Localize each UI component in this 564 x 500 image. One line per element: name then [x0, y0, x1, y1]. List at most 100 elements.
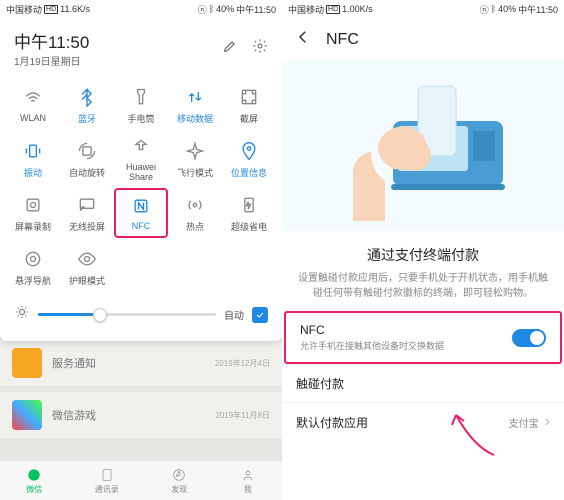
qs-tile-eye[interactable]: 护眼模式 [60, 242, 114, 292]
qs-tile-nfc[interactable]: NFC [114, 188, 168, 238]
bluetooth-icon [76, 86, 98, 108]
qs-tile-powersave[interactable]: 超级省电 [222, 188, 276, 238]
quick-settings-panel: 中国移动 HD 11.6K/s ⓝ ᛒ 40% 中午11:50 中午11:50 … [0, 0, 282, 341]
nav-label: 通讯录 [95, 484, 119, 495]
rotate-icon [76, 140, 98, 162]
qs-header: 中午11:50 1月19日星期日 [0, 18, 282, 74]
nfc-toggle[interactable] [512, 329, 546, 347]
nav-label: 发现 [171, 484, 187, 495]
tile-label: 护眼模式 [69, 274, 105, 287]
tile-label: WLAN [20, 113, 46, 123]
vibrate-icon [22, 140, 44, 162]
desc-text: 设置触碰付款应用后，只要手机处于开机状态，用手机触碰任何带有触碰付款徽标的终端，… [298, 271, 548, 301]
row-title: 服务通知 [52, 355, 96, 371]
back-icon[interactable] [294, 28, 312, 51]
qs-tile-cast[interactable]: 无线投屏 [60, 188, 114, 238]
tile-label: 超级省电 [231, 220, 267, 233]
airplane-icon [184, 140, 206, 162]
tile-label: 振动 [24, 166, 42, 179]
qs-tile-location[interactable]: 位置信息 [222, 134, 276, 184]
tile-label: 热点 [186, 220, 204, 233]
auto-brightness-label: 自动 [224, 307, 244, 322]
row-value: 支付宝 [509, 415, 539, 430]
nav-contacts[interactable]: 通讯录 [95, 467, 119, 495]
background-list: 服务通知 2019年12月4日 微信游戏 2019年11月8日 [0, 340, 282, 468]
qs-tile-hotspot[interactable]: 热点 [168, 188, 222, 238]
hd-icon: HD [44, 5, 58, 14]
qs-tile-share[interactable]: Huawei Share [114, 134, 168, 184]
powersave-icon [238, 194, 260, 216]
row-subtitle: 允许手机在接触其他设备时交换数据 [300, 339, 512, 352]
row-title: NFC [300, 323, 512, 337]
edit-icon[interactable] [222, 38, 238, 59]
tile-label: 位置信息 [231, 166, 267, 179]
tile-label: 悬浮导航 [15, 274, 51, 287]
qs-tile-bluetooth[interactable]: 蓝牙 [60, 80, 114, 130]
game-icon [12, 400, 42, 430]
nav-discover[interactable]: 发现 [171, 467, 187, 495]
qs-tile-rotate[interactable]: 自动旋转 [60, 134, 114, 184]
flashlight-icon [130, 86, 152, 108]
cast-icon [76, 194, 98, 216]
list-item: 服务通知 2019年12月4日 [0, 340, 282, 386]
qs-tile-record[interactable]: 屏幕录制 [6, 188, 60, 238]
page-title: NFC [326, 31, 359, 49]
qs-tile-wifi[interactable]: WLAN [6, 80, 60, 130]
row-date: 2019年11月8日 [215, 410, 270, 421]
tile-label: 屏幕录制 [15, 220, 51, 233]
wifi-icon [22, 87, 44, 109]
net-speed: 11.6K/s [60, 4, 90, 14]
nav-me[interactable]: 我 [240, 467, 256, 495]
nfc-toggle-row[interactable]: NFC 允许手机在接触其他设备时交换数据 [284, 311, 562, 364]
screenshot-icon [238, 86, 260, 108]
brightness-slider[interactable] [38, 313, 216, 316]
qs-time: 中午11:50 [14, 28, 89, 53]
slider-thumb[interactable] [93, 308, 107, 322]
brightness-row: 自动 [0, 296, 282, 333]
qs-grid: WLAN 蓝牙手电筒移动数据 截屏振动 自动旋转 Huawei Share 飞行模式 位置信… [0, 74, 282, 296]
tile-label: Huawei Share [114, 162, 168, 182]
qs-tile-flashlight[interactable]: 手电筒 [114, 80, 168, 130]
hero-illustration [282, 61, 564, 231]
row-title: 触碰付款 [296, 375, 550, 392]
tile-label: 自动旋转 [69, 166, 105, 179]
service-icon [12, 348, 42, 378]
qs-tile-floatnav[interactable]: 悬浮导航 [6, 242, 60, 292]
phone-right: 中国移动 HD 1.00K/s ⓝ ᛒ 40% 中午11:50 NFC [282, 0, 564, 500]
share-icon [130, 136, 152, 158]
qs-tile-screenshot[interactable]: 截屏 [222, 80, 276, 130]
desc-title: 通过支付终端付款 [298, 245, 548, 265]
hotspot-icon [184, 194, 206, 216]
default-app-row[interactable]: 默认付款应用 支付宝 › [282, 402, 564, 441]
row-title: 微信游戏 [52, 407, 96, 423]
clock-label: 中午11:50 [518, 3, 558, 16]
qs-tile-data[interactable]: 移动数据 [168, 80, 222, 130]
carrier-label: 中国移动 [288, 3, 324, 16]
list-item: 微信游戏 2019年11月8日 [0, 392, 282, 438]
status-bar: 中国移动 HD 11.6K/s ⓝ ᛒ 40% 中午11:50 [0, 0, 282, 18]
battery-label: 40% [216, 4, 234, 14]
tile-label: NFC [132, 221, 151, 231]
nfc-status-icon: ⓝ [198, 3, 207, 16]
nav-label: 微信 [26, 484, 42, 495]
tile-label: 截屏 [240, 112, 258, 125]
qs-tile-vibrate[interactable]: 振动 [6, 134, 60, 184]
record-icon [22, 194, 44, 216]
tap-pay-row[interactable]: 触碰付款 [282, 364, 564, 402]
battery-label: 40% [498, 4, 516, 14]
description-block: 通过支付终端付款 设置触碰付款应用后，只要手机处于开机状态，用手机触碰任何带有触… [282, 231, 564, 311]
auto-brightness-checkbox[interactable] [252, 307, 268, 323]
hd-icon: HD [326, 5, 340, 14]
tile-label: 移动数据 [177, 112, 213, 125]
nfc-status-icon: ⓝ [480, 3, 489, 16]
nav-wechat[interactable]: 微信 [26, 467, 42, 495]
gear-icon[interactable] [252, 38, 268, 59]
tile-label: 无线投屏 [69, 220, 105, 233]
nfc-icon [130, 195, 152, 217]
qs-date: 1月19日星期日 [14, 53, 89, 68]
tile-label: 飞行模式 [177, 166, 213, 179]
clock-label: 中午11:50 [236, 3, 276, 16]
qs-tile-airplane[interactable]: 飞行模式 [168, 134, 222, 184]
brightness-icon [14, 304, 30, 325]
row-title: 默认付款应用 [296, 414, 509, 431]
